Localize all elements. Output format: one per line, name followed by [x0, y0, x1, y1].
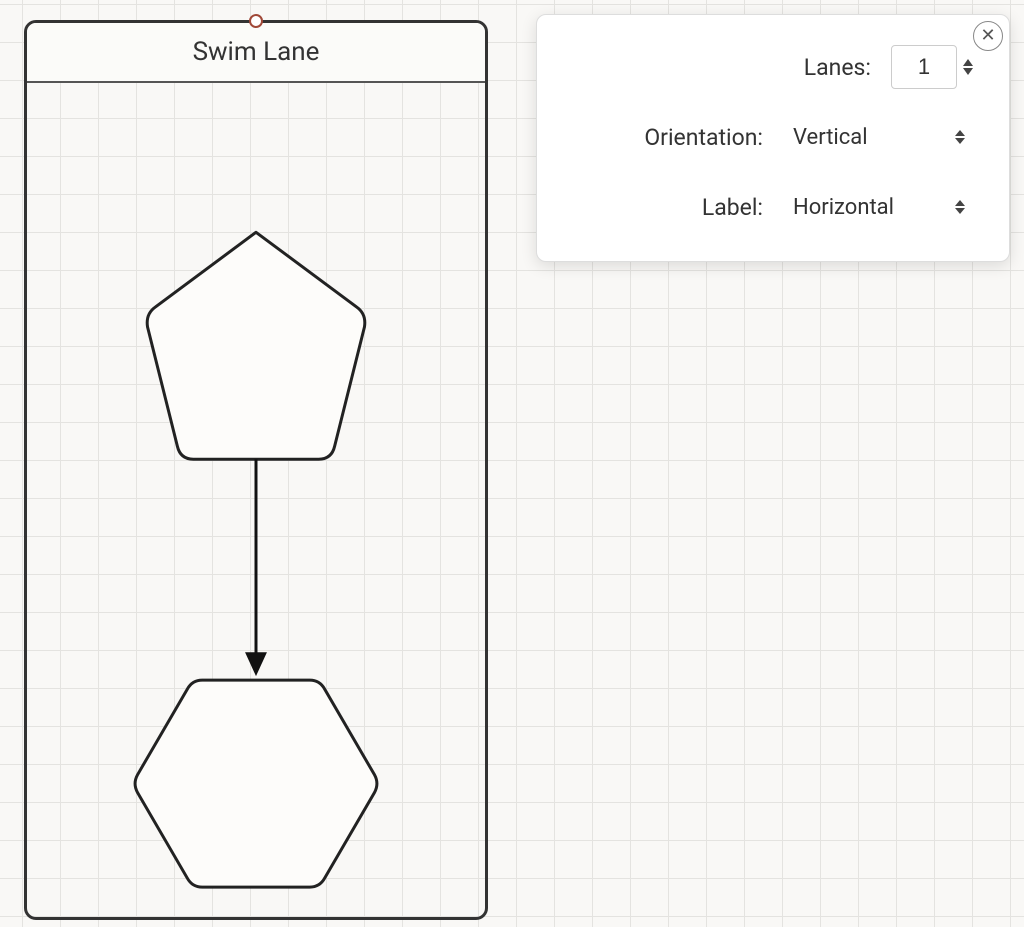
label-row: Label: Horizontal	[573, 185, 973, 229]
arrowhead-icon	[245, 652, 267, 676]
chevron-sort-icon	[955, 130, 973, 144]
lanes-stepper	[891, 45, 973, 89]
label-select[interactable]: Horizontal	[783, 185, 973, 229]
lanes-increment-button[interactable]	[963, 59, 973, 66]
pentagon-shape[interactable]	[147, 232, 365, 459]
swimlane-container[interactable]: Swim Lane	[24, 20, 488, 920]
lanes-label: Lanes:	[804, 54, 871, 81]
connection-handle-icon[interactable]	[249, 14, 263, 28]
swimlane-header[interactable]: Swim Lane	[27, 23, 485, 83]
swimlane-body[interactable]	[27, 83, 485, 917]
lanes-input[interactable]	[891, 45, 957, 89]
orientation-row: Orientation: Vertical	[573, 115, 973, 159]
chevron-sort-icon	[955, 200, 973, 214]
label-value: Horizontal	[783, 195, 955, 220]
orientation-label: Orientation:	[644, 124, 763, 151]
lanes-decrement-button[interactable]	[963, 68, 973, 75]
label-label: Label:	[702, 194, 763, 221]
properties-panel: ✕ Lanes: Orientation: Vertical Label: Ho…	[536, 14, 1010, 262]
close-icon: ✕	[980, 27, 995, 45]
hexagon-shape[interactable]	[135, 680, 377, 887]
lanes-row: Lanes:	[573, 45, 973, 89]
orientation-value: Vertical	[783, 125, 955, 150]
orientation-select[interactable]: Vertical	[783, 115, 973, 159]
swimlane-title: Swim Lane	[193, 37, 320, 67]
close-button[interactable]: ✕	[973, 21, 1003, 51]
